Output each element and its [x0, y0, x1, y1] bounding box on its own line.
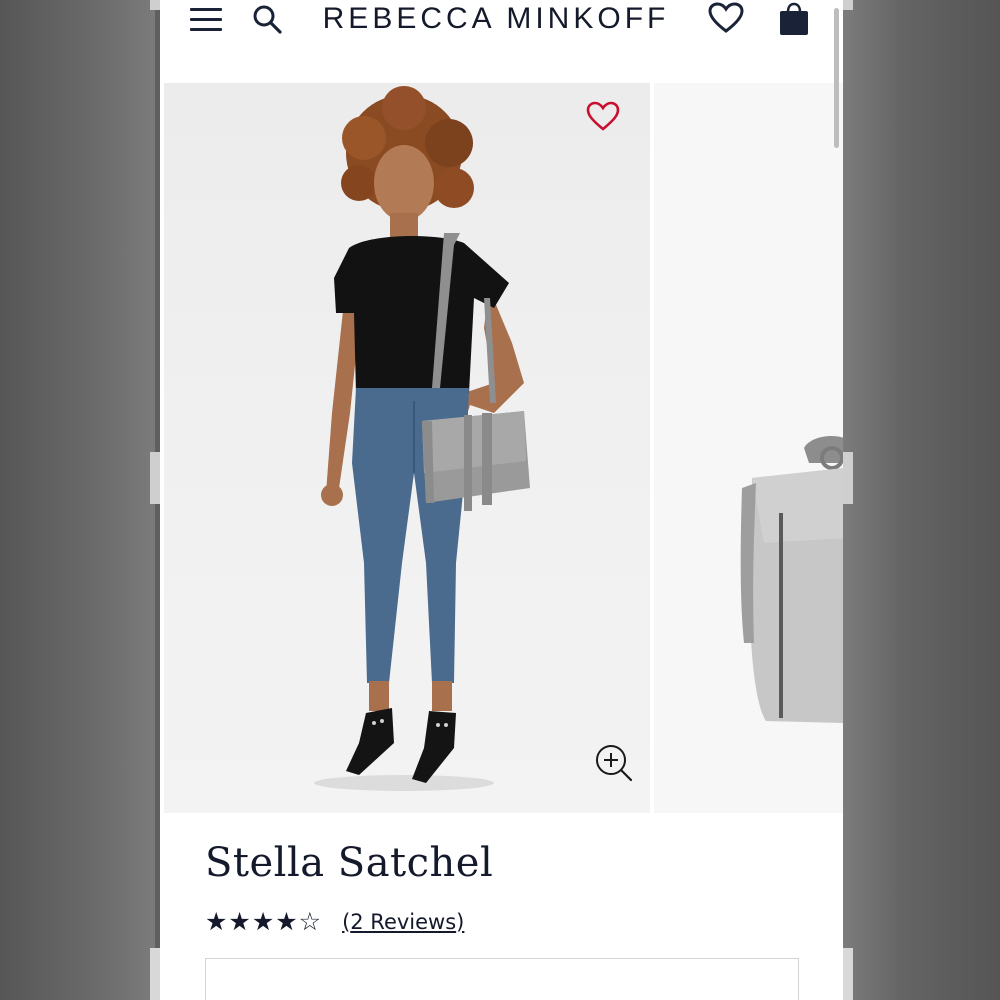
brand-logo[interactable]: REBECCA MINKOFF	[312, 2, 680, 36]
site-header: REBECCA MINKOFF	[160, 0, 843, 78]
product-gallery[interactable]	[164, 83, 843, 813]
bag-illustration	[740, 436, 843, 723]
blurred-background-left	[0, 0, 155, 1000]
reviews-link-label[interactable]: 2 Reviews	[350, 910, 456, 934]
heart-icon[interactable]	[708, 2, 744, 34]
product-photo-model[interactable]	[164, 83, 650, 813]
search-icon[interactable]	[252, 4, 282, 34]
rating-stars: ★★★★☆	[205, 908, 323, 936]
blurred-background-right	[840, 0, 1000, 1000]
wishlist-heart-icon[interactable]	[586, 101, 620, 133]
background-fragment	[150, 0, 160, 10]
scrollbar[interactable]	[834, 8, 839, 148]
product-rating: ★★★★☆ (2 Reviews)	[205, 907, 464, 937]
product-photo-bag[interactable]	[654, 83, 843, 813]
zoom-in-icon[interactable]	[594, 743, 634, 783]
reviews-link[interactable]: (2 Reviews)	[342, 910, 464, 934]
background-fragment	[843, 0, 853, 10]
background-fragment	[150, 452, 160, 504]
product-title: Stella Satchel	[205, 840, 494, 886]
model-illustration	[314, 86, 530, 791]
mobile-product-page: REBECCA MINKOFF Stella Satchel ★★★★☆ (2 …	[160, 0, 843, 1000]
reviews-close-paren: )	[456, 910, 465, 934]
bag-icon[interactable]	[778, 2, 810, 36]
background-fragment	[843, 452, 853, 504]
product-option-box[interactable]	[205, 958, 799, 1000]
menu-icon[interactable]	[190, 8, 222, 32]
